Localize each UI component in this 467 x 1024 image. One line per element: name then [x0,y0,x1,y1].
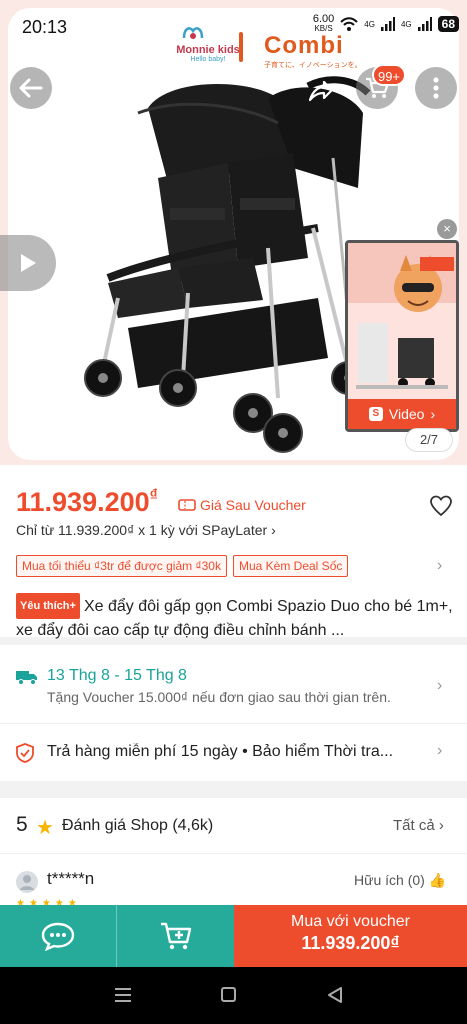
return-policy-text: Trả hàng miễn phí 15 ngày • Bảo hiểm Thờ… [47,743,394,760]
user-icon [20,875,34,890]
favorite-plus-badge: Yêu thích+ [16,593,80,619]
add-to-cart-button[interactable] [117,905,234,967]
delivery-date: 13 Thg 8 - 15 Thg 8 [47,667,187,684]
price-section: 11.939.200₫ Giá Sau Voucher Chỉ từ 11.93… [0,465,467,639]
deal-chips: Mua tối thiểu ₫3tr để được giảm ₫30k Mua… [16,555,349,577]
helpful-button[interactable]: Hữu ích (0) 👍 [354,872,446,889]
network-4g-label-1: 4G [364,19,375,29]
product-gallery[interactable]: Monnie kids Hello baby! Combi 子育てに、イノベーシ… [0,0,467,465]
bottom-action-bar: Mua với voucher 11.939.200₫ [0,905,467,967]
return-policy-row[interactable]: Trả hàng miễn phí 15 ngày • Bảo hiểm Thờ… [0,723,467,781]
late-delivery-voucher: Tặng Voucher 15.000₫ nếu đơn giao sau th… [47,689,391,705]
chevron-right-icon: › [430,406,436,422]
helpful-text: Hữu ích (0) [354,872,425,888]
favorite-heart-icon[interactable] [429,494,453,518]
video-label-text: Video [388,406,425,422]
signal-icon-2 [417,17,432,31]
rating-title: Đánh giá Shop (4,6k) [62,817,213,835]
stroller-product-image [84,76,371,453]
divider [0,853,467,854]
price-amount: 11.939.200₫ [16,487,158,518]
product-page: Monnie kids Hello baby! Combi 子育てに、イノベーシ… [0,0,467,1024]
signal-icon-1 [380,17,395,31]
system-navigation-bar [0,967,467,1024]
battery-indicator: 68 [437,16,459,32]
buy-button-price: 11.939.200₫ [301,933,400,953]
more-vertical-icon [433,77,439,99]
arrow-left-icon [19,78,43,98]
reviewer-name: t*****n [47,869,95,888]
star-icon: ★ [36,817,54,839]
add-to-cart-icon [160,922,191,950]
chevron-right-icon: › [437,742,443,759]
home-icon[interactable] [221,987,236,1002]
play-video-button[interactable] [0,235,56,291]
shipping-section[interactable]: 13 Thg 8 - 15 Thg 8 Tặng Voucher 15.000₫… [0,645,467,723]
chevron-right-icon: › [438,817,444,834]
status-time: 20:13 [22,17,68,37]
chat-icon [41,922,75,951]
buy-with-voucher-button[interactable]: Mua với voucher 11.939.200₫ [234,905,467,967]
reviewer-avatar [16,871,38,893]
price-currency: ₫ [149,487,158,504]
voucher-price-label: Giá Sau Voucher [200,497,306,513]
rating-title-text: Đánh giá Shop [62,817,168,834]
see-all-reviews-link[interactable]: Tất cả › [393,817,444,834]
share-button[interactable] [300,70,342,112]
shopee-s-icon: S [368,407,383,421]
cart-count-badge: 99+ [372,64,406,86]
share-icon [308,80,334,102]
status-bar: 20:13 6.00 KB/S 4G 4G 68 [0,0,467,50]
network-4g-label-2: 4G [400,19,412,29]
back-button[interactable] [10,67,52,109]
video-card-close-button[interactable]: × [437,219,457,239]
chip-min-spend[interactable]: Mua tối thiểu ₫3tr để được giảm ₫30k [16,555,227,577]
spaylater-text: Chỉ từ 11.939.200₫ x 1 kỳ với SPayLater [16,522,268,538]
status-indicators: 6.00 KB/S 4G 4G 68 [313,14,459,34]
video-label[interactable]: S Video › [348,399,456,429]
chevron-right-icon[interactable]: › [437,557,442,575]
recent-apps-icon[interactable] [114,987,132,1003]
chevron-right-icon: › [437,677,443,694]
product-title: Yêu thích+ Xe đẩy đôi gấp gọn Combi Spazi… [16,593,456,643]
more-options-button[interactable] [415,67,457,109]
price-value: 11.939.200 [16,487,150,517]
product-title-text: Xe đẩy đôi gấp gọn Combi Spazio Duo cho … [16,598,453,639]
chevron-right-icon: › [271,522,276,538]
wifi-icon [340,17,359,31]
video-thumbnail [348,243,456,399]
voucher-icon [178,499,196,511]
back-triangle-icon[interactable] [326,986,344,1004]
chat-button[interactable] [0,905,117,967]
rating-count: (4,6k) [172,817,214,834]
network-speed-unit: KB/S [314,24,333,33]
delivery-truck-icon [16,671,37,685]
buy-button-label: Mua với voucher [291,913,410,930]
spaylater-offer[interactable]: Chỉ từ 11.939.200₫ x 1 kỳ với SPayLater … [16,522,276,538]
network-speed: 6.00 KB/S [313,14,334,34]
thumbs-up-icon: 👍 [428,872,447,888]
rating-score: 5 [16,813,28,836]
video-preview-card[interactable]: S Video › [345,240,459,432]
chip-deal-shock[interactable]: Mua Kèm Deal Sốc [232,555,349,577]
voucher-price-tag[interactable]: Giá Sau Voucher [178,497,306,513]
see-all-text: Tất cả [393,817,435,834]
play-icon [21,254,36,272]
shield-icon [16,743,34,763]
image-counter: 2/7 [405,428,453,452]
shop-rating-section: 5 ★ Đánh giá Shop (4,6k) Tất cả › t*****… [0,798,467,909]
